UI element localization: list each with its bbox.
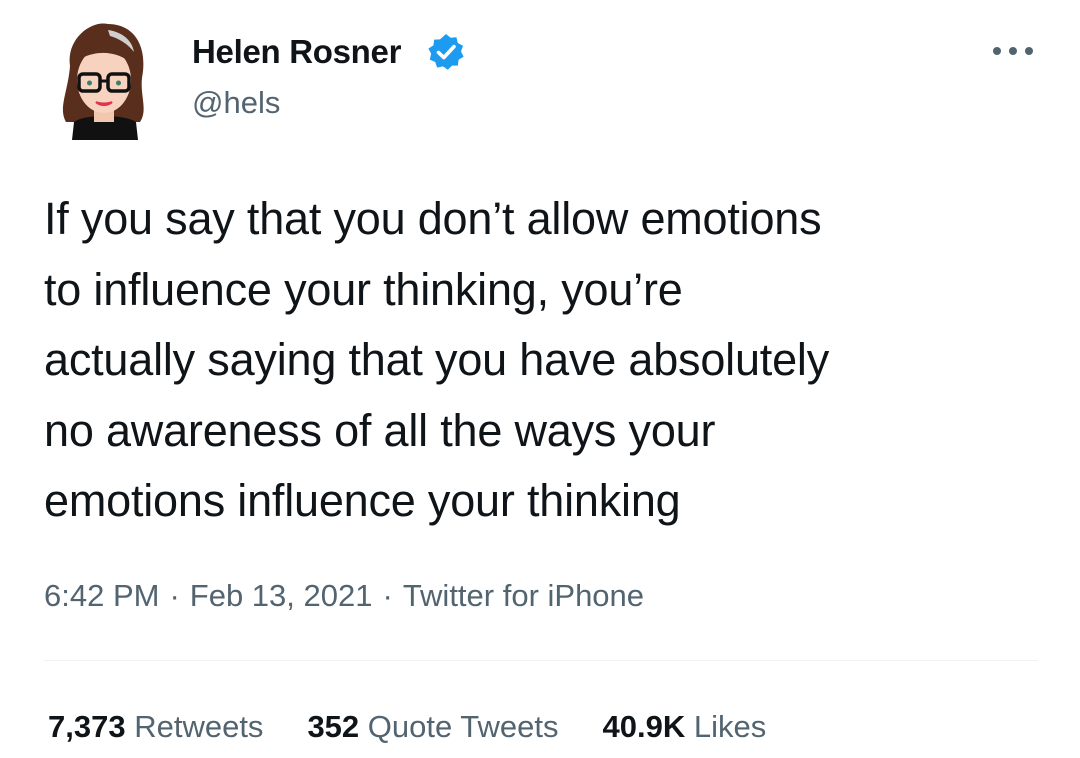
verified-badge-icon: [428, 34, 464, 70]
retweets-stat[interactable]: 7,373 Retweets: [48, 706, 263, 748]
avatar[interactable]: [52, 18, 154, 140]
retweets-count: 7,373: [48, 709, 126, 744]
likes-label: Likes: [693, 709, 767, 744]
meta-separator: ·: [169, 578, 180, 613]
tweet-time[interactable]: 6:42 PM: [44, 578, 159, 613]
tweet-stats: 7,373 Retweets 352 Quote Tweets 40.9K Like…: [48, 706, 810, 748]
quote-tweets-count: 352: [307, 709, 360, 744]
tweet-text-line: emotions influence your thinking: [44, 475, 681, 526]
likes-stat[interactable]: 40.9K Likes: [603, 706, 767, 748]
tweet-text: If you say that you don’t allow emotions…: [44, 184, 1044, 537]
tweet-date[interactable]: Feb 13, 2021: [190, 578, 373, 613]
divider: [44, 660, 1038, 661]
tweet-text-line: no awareness of all the ways your: [44, 404, 716, 456]
tweet-meta: 6:42 PM · Feb 13, 2021 · Twitter for iPhone: [44, 575, 644, 617]
meta-separator: ·: [382, 578, 393, 613]
quote-tweets-label: Quote Tweets: [367, 709, 559, 744]
more-options-icon[interactable]: [990, 36, 1036, 66]
quote-tweets-stat[interactable]: 352 Quote Tweets: [307, 706, 558, 748]
tweet-source[interactable]: Twitter for iPhone: [403, 578, 644, 613]
author-name[interactable]: Helen Rosner: [192, 30, 401, 74]
tweet-card: Helen Rosner @hels If you say that you d…: [0, 0, 1080, 758]
tweet-text-line: to influence your thinking, you’re: [44, 263, 683, 315]
tweet-text-line: If you say that you don’t allow emotions: [44, 193, 822, 244]
tweet-text-line: actually saying that you have absolutely: [44, 334, 829, 385]
retweets-label: Retweets: [134, 709, 264, 744]
cartoon-avatar-icon: [62, 23, 144, 140]
likes-count: 40.9K: [602, 709, 686, 744]
author-handle[interactable]: @hels: [192, 82, 280, 124]
